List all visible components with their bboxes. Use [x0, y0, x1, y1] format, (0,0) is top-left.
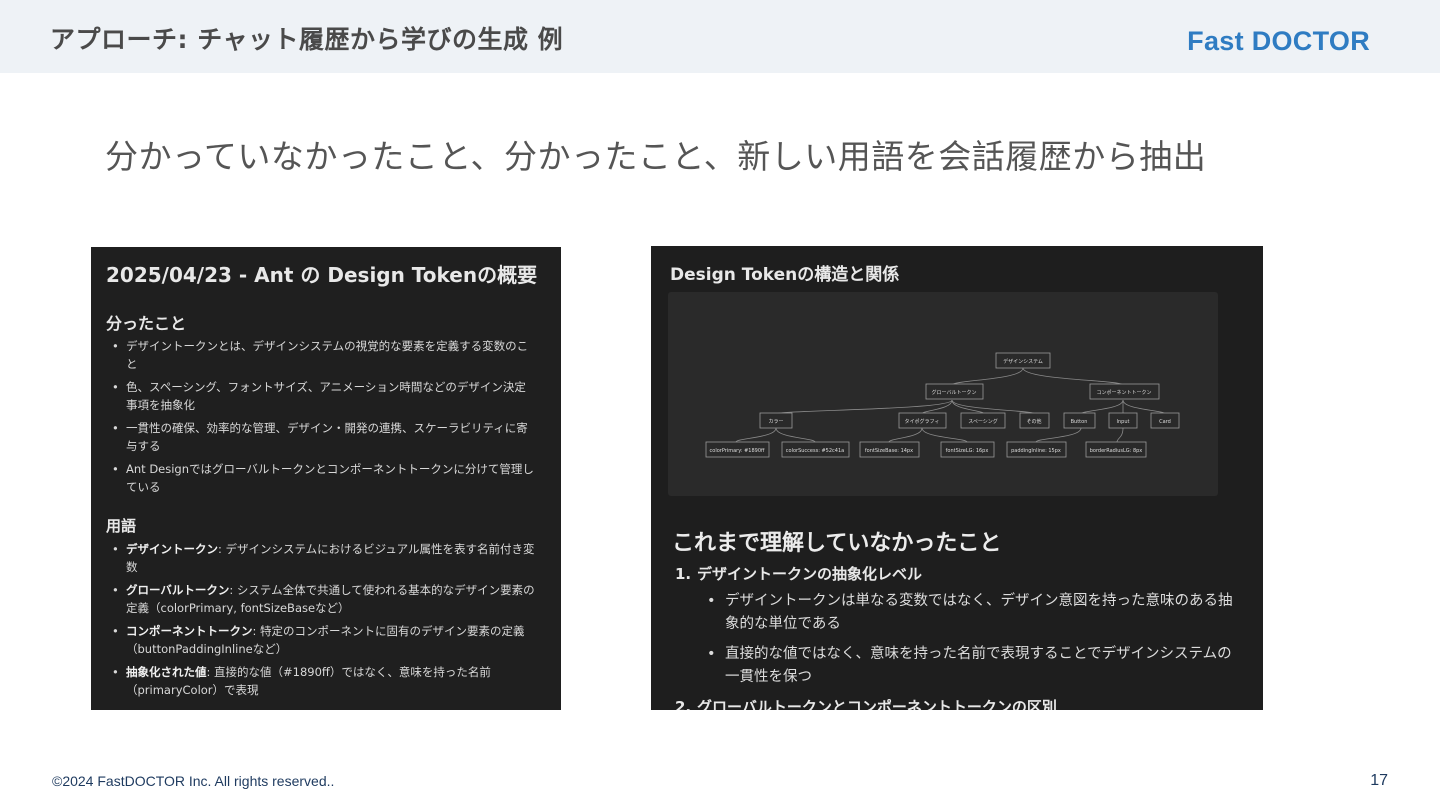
node-component: コンポーネントトークン	[1096, 389, 1151, 396]
node-border-radius-lg: borderRadiusLG: 8px	[1090, 448, 1143, 454]
item-number: 2.	[675, 698, 692, 710]
node-spacing: スペーシング	[968, 418, 998, 425]
token-tree-diagram: デザインシステム グローバルトークン コンポーネントトークン カラー タイポグラ…	[668, 292, 1218, 496]
ordered-item-title: 2. グローバルトークンとコンポーネントトークンの区別	[675, 696, 1235, 710]
slide-header: アプローチ: チャット履歴から学びの生成 例 Fast DOCTOR	[0, 0, 1440, 73]
tree-svg: デザインシステム グローバルトークン コンポーネントトークン カラー タイポグラ…	[705, 352, 1180, 458]
item-title: グローバルトークンとコンポーネントトークンの区別	[697, 698, 1057, 710]
section-heading-terms: 用語	[106, 517, 137, 535]
slide-title: アプローチ: チャット履歴から学びの生成 例	[50, 25, 564, 54]
list-item: デザイントークン: デザインシステムにおけるビジュアル属性を表す名前付き変数	[106, 540, 536, 576]
ordered-item-title: 1. デザイントークンの抽象化レベル	[675, 563, 1235, 584]
node-root: デザインシステム	[1003, 358, 1043, 365]
not-understood-list: 1. デザイントークンの抽象化レベル デザイントークンは単なる変数ではなく、デザイ…	[675, 563, 1235, 710]
node-other: その他	[1026, 418, 1041, 425]
brand-logo: Fast DOCTOR	[1187, 26, 1370, 56]
node-input: Input	[1117, 419, 1130, 425]
diagram-title: Design Tokenの構造と関係	[670, 265, 900, 285]
list-item: Ant Designではグローバルトークンとコンポーネントトークンに分けて管理し…	[106, 460, 536, 496]
node-color: カラー	[768, 419, 783, 425]
node-button: Button	[1071, 419, 1088, 425]
node-global: グローバルトークン	[932, 389, 977, 396]
list-item: 色、スペーシング、フォントサイズ、アニメーション時間などのデザイン決定事項を抽象…	[106, 378, 536, 414]
right-note-screenshot: Design Tokenの構造と関係 デザインシステム グローバルトークン コン…	[651, 246, 1263, 710]
node-card: Card	[1159, 419, 1171, 425]
term: デザイントークン	[126, 542, 218, 556]
list-item: デザイントークンとは、デザインシステムの視覚的な要素を定義する変数のこと	[106, 337, 536, 373]
terms-list: デザイントークン: デザインシステムにおけるビジュアル属性を表す名前付き変数 グ…	[106, 540, 536, 704]
list-item: グローバルトークン: システム全体で共通して使われる基本的なデザイン要素の定義（…	[106, 581, 536, 617]
item-number: 1.	[675, 565, 692, 583]
copyright: ©2024 FastDOCTOR Inc. All rights reserve…	[52, 773, 335, 789]
page-number: 17	[1370, 772, 1388, 789]
item-title: デザイントークンの抽象化レベル	[697, 565, 923, 583]
slide-subtitle: 分かっていなかったこと、分かったこと、新しい用語を会話履歴から抽出	[105, 137, 1207, 176]
sub-list: デザイントークンは単なる変数ではなく、デザイン意図を持った意味のある抽象的な単位…	[675, 590, 1235, 689]
list-item: 一貫性の確保、効率的な管理、デザイン・開発の連携、スケーラビリティに寄与する	[106, 419, 536, 455]
list-item: デザイントークンは単なる変数ではなく、デザイン意図を持った意味のある抽象的な単位…	[701, 590, 1235, 636]
term: コンポーネントトークン	[126, 624, 253, 638]
node-font-size-lg: fontSizeLG: 16px	[946, 448, 989, 454]
left-note-screenshot: 2025/04/23 - Ant の Design Tokenの概要 分ったこと…	[91, 247, 561, 710]
list-item: 抽象化された値: 直接的な値（#1890ff）ではなく、意味を持った名前（pri…	[106, 663, 536, 699]
node-color-primary: colorPrimary: #1890ff	[710, 448, 765, 454]
section-heading-learned: 分ったこと	[106, 314, 187, 333]
node-font-size-base: fontSizeBase: 14px	[865, 448, 913, 454]
term: グローバルトークン	[126, 583, 230, 597]
node-typography: タイポグラフィ	[905, 418, 940, 425]
node-padding-inline: paddingInline: 15px	[1011, 448, 1061, 454]
learned-list: デザイントークンとは、デザインシステムの視覚的な要素を定義する変数のこと 色、ス…	[106, 337, 536, 501]
node-color-success: colorSuccess: #52c41a	[786, 448, 844, 454]
not-understood-heading: これまで理解していなかったこと	[672, 531, 1002, 556]
note-title: 2025/04/23 - Ant の Design Tokenの概要	[106, 263, 538, 287]
list-item: 直接的な値ではなく、意味を持った名前で表現することでデザインシステムの一貫性を保…	[701, 643, 1235, 689]
term: 抽象化された値	[126, 665, 207, 679]
list-item: コンポーネントトークン: 特定のコンポーネントに固有のデザイン要素の定義（but…	[106, 622, 536, 658]
